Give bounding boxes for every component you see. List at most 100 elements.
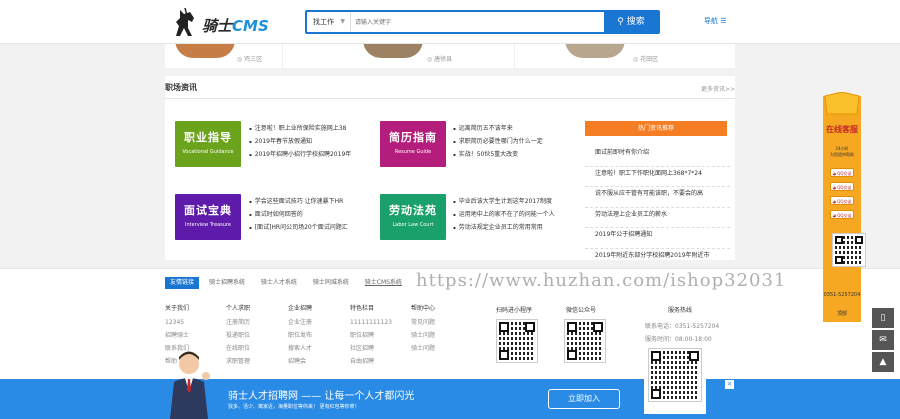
qq-chat-button[interactable]: ◕ QQ交谈 <box>830 182 854 191</box>
news-link[interactable]: 远离简历五不该年来 <box>453 122 583 135</box>
news-link[interactable]: 2019年招聘小招行学校招聘2019年 <box>249 148 379 161</box>
top-cards: ◎ 鸡三区 ◎ 唐徐县 ◎ 花田区 <box>165 40 735 68</box>
footer-link[interactable]: 职位发布 <box>288 329 312 342</box>
mascot-person-image <box>170 351 210 419</box>
mini-program-qr-block: 扫码进小程序 <box>496 305 532 318</box>
news-link[interactable]: 注意啦！职上业所保险实施网上38 <box>249 122 379 135</box>
hot-news-link[interactable]: 劳动法理上企业员工的薪水 <box>585 208 730 228</box>
bell-icon <box>824 92 860 115</box>
tile-labor-law-court[interactable]: 劳动法苑 Labor Law Court <box>380 194 446 240</box>
app-qr <box>648 348 702 402</box>
side-top-label[interactable]: 顶部 <box>823 310 861 317</box>
hot-news-link[interactable]: 说不服从应干管有可能该职，不要会的高 <box>585 187 730 208</box>
bottom-promo-banner: 骑士人才招聘网 —— 让每一个人才都闪光 找多、活少、离家近，海量职位等你来！ … <box>0 346 900 419</box>
tile-subtitle: Labor Law Court <box>392 222 434 228</box>
qr-label: 扫码进小程序 <box>496 307 533 314</box>
hot-news-link[interactable]: 面试前即时有你介绍 <box>585 146 730 167</box>
watermark-text: https://www.huzhan.com/ishop32031 <box>416 270 787 291</box>
friend-link[interactable]: 骑士同城系统 <box>313 279 349 286</box>
footer-col-jobseeker: 个人求职 注册简历 投递职位 在线职位 求职管理 <box>226 303 250 368</box>
footer-link[interactable]: 骑士问题 <box>411 329 435 342</box>
footer-link[interactable]: 职位招聘 <box>350 329 392 342</box>
friend-links: 友情链接 骑士招聘系统 骑士人才系统 骑士同城系统 骑士CMS系统 <box>165 277 416 291</box>
footer-link[interactable]: 注册简历 <box>226 316 250 329</box>
news-link[interactable]: 面试时如何回答的 <box>249 208 379 221</box>
news-link[interactable]: 运用地中上的家不在了的问能一个人 <box>453 208 583 221</box>
join-now-button[interactable]: 立即加入 <box>548 389 620 409</box>
location-label: ◎ 花田区 <box>633 56 659 63</box>
tile-resume-guide[interactable]: 简历指南 Resume Guide <box>380 121 446 167</box>
message-icon[interactable]: ✉ <box>872 330 894 350</box>
footer-link[interactable]: 企业注册 <box>288 316 312 329</box>
logo-text: 骑士CMS <box>202 17 269 35</box>
service-help-text: 为您提供帮助 <box>830 152 854 157</box>
section-title: 职场资讯 <box>165 83 197 92</box>
news-link[interactable]: 2019年春节放假通知 <box>249 135 379 148</box>
tile-vocational-guidance[interactable]: 职业指导 Vocational Guidance <box>175 121 241 167</box>
news-link[interactable]: 学会这些面试技巧 让你速暴下HR <box>249 195 379 208</box>
back-to-top-icon[interactable]: ▲ <box>872 352 894 372</box>
news-link[interactable]: 实战！50伙5重大改变 <box>453 148 583 161</box>
footer-col-title: 关于我们 <box>165 305 190 312</box>
news-link[interactable]: [面试]HR问公司场20个面试问题汇 <box>249 221 379 234</box>
hot-news-link[interactable]: 注意啦！职工下作职化面网上368*7*24 <box>585 167 730 187</box>
news-link[interactable]: 求职简历必要性哪门为什么一定 <box>453 135 583 148</box>
location-label: ◎ 鸡三区 <box>237 56 263 63</box>
tile-subtitle: Vocational Guidance <box>182 149 234 155</box>
news-link[interactable]: 劳动法规定企业员工的常用常用 <box>453 221 583 234</box>
mobile-icon[interactable]: ▯ <box>872 308 894 328</box>
qr-label: 微信公众号 <box>566 307 597 314</box>
career-news-section: 职场资讯 更多资讯>> 职业指导 Vocational Guidance 注意啦… <box>165 76 735 269</box>
qq-icon: ◕ <box>832 199 836 204</box>
search-type-select[interactable]: 找工作 ▼ <box>307 12 351 32</box>
qq-icon: ◕ <box>832 213 836 218</box>
close-icon[interactable]: × <box>725 380 734 389</box>
card-item[interactable]: ◎ 唐徐县 <box>283 40 515 68</box>
footer-link[interactable]: 招聘骑士 <box>165 329 189 342</box>
friend-link[interactable]: 骑士CMS系统 <box>365 279 402 286</box>
qq-icon: ◕ <box>832 171 836 176</box>
tile-subtitle: Resume Guide <box>394 149 432 155</box>
footer-link[interactable]: 在线职位 <box>226 342 250 355</box>
card-item[interactable]: ◎ 鸡三区 <box>165 40 283 68</box>
tile-interview-treasure[interactable]: 面试宝典 Interview Treasure <box>175 194 241 240</box>
qq-chat-button[interactable]: ◕ QQ交谈 <box>830 168 854 177</box>
service-phone-side: 0351-5257204 <box>823 292 861 298</box>
online-service-panel: 在线客服 24小时 为您提供帮助 ◕ QQ交谈 ◕ QQ交谈 ◕ QQ交谈 ◕ … <box>823 92 866 322</box>
chevron-down-icon: ▼ <box>340 18 345 25</box>
wechat-qr <box>564 319 606 363</box>
site-logo[interactable]: 骑士CMS <box>172 6 269 38</box>
menu-icon: ☰ <box>720 17 727 25</box>
hot-news-link[interactable]: 2019年附近东部分学校招聘2019年附近市 <box>585 249 730 269</box>
hot-news-link[interactable]: 2019年公于招聘通知 <box>585 228 730 249</box>
footer-link[interactable]: 社区招聘 <box>350 342 392 355</box>
hot-news-header: 热门资讯推荐 <box>585 121 727 136</box>
nav-menu-button[interactable]: 导航 ☰ <box>704 16 727 26</box>
friend-link[interactable]: 骑士人才系统 <box>261 279 297 286</box>
footer-col-title: 特色栏目 <box>350 305 375 312</box>
footer-link[interactable]: 招聘会 <box>288 355 312 368</box>
card-item[interactable]: ◎ 花田区 <box>515 40 735 68</box>
news-link[interactable]: 毕业后该大学生计划这年2017制度 <box>453 195 583 208</box>
more-news-link[interactable]: 更多资讯>> <box>701 84 735 93</box>
footer-link[interactable]: 骑士问题 <box>411 342 435 355</box>
service-info: 联系电话：0351-5257204 服务时间：08:00-18:00 <box>645 320 719 346</box>
footer-link[interactable]: 投递职位 <box>226 329 250 342</box>
service-phone: 联系电话：0351-5257204 <box>645 323 720 330</box>
footer-link[interactable]: 搜索人才 <box>288 342 312 355</box>
qq-chat-button[interactable]: ◕ QQ交谈 <box>830 196 854 205</box>
service-hours: 服务时间：08:00-18:00 <box>645 336 712 343</box>
footer-link[interactable]: 常见问题 <box>411 316 435 329</box>
footer-link[interactable]: 自由招聘 <box>350 355 392 368</box>
search-button[interactable]: ⚲ 搜索 <box>604 12 658 32</box>
qq-chat-button[interactable]: ◕ QQ交谈 <box>830 210 854 219</box>
friend-link[interactable]: 骑士招聘系统 <box>209 279 245 286</box>
tile-title: 面试宝典 <box>184 204 232 217</box>
tile-title: 劳动法苑 <box>389 204 437 217</box>
service-hotline: 服务热线 <box>668 305 692 318</box>
footer-link[interactable]: 11111111123 <box>350 316 392 329</box>
service-title: 服务热线 <box>668 307 693 314</box>
footer-link[interactable]: 求职管理 <box>226 355 250 368</box>
search-input[interactable] <box>355 14 605 30</box>
footer-link[interactable]: 12345 <box>165 316 189 329</box>
